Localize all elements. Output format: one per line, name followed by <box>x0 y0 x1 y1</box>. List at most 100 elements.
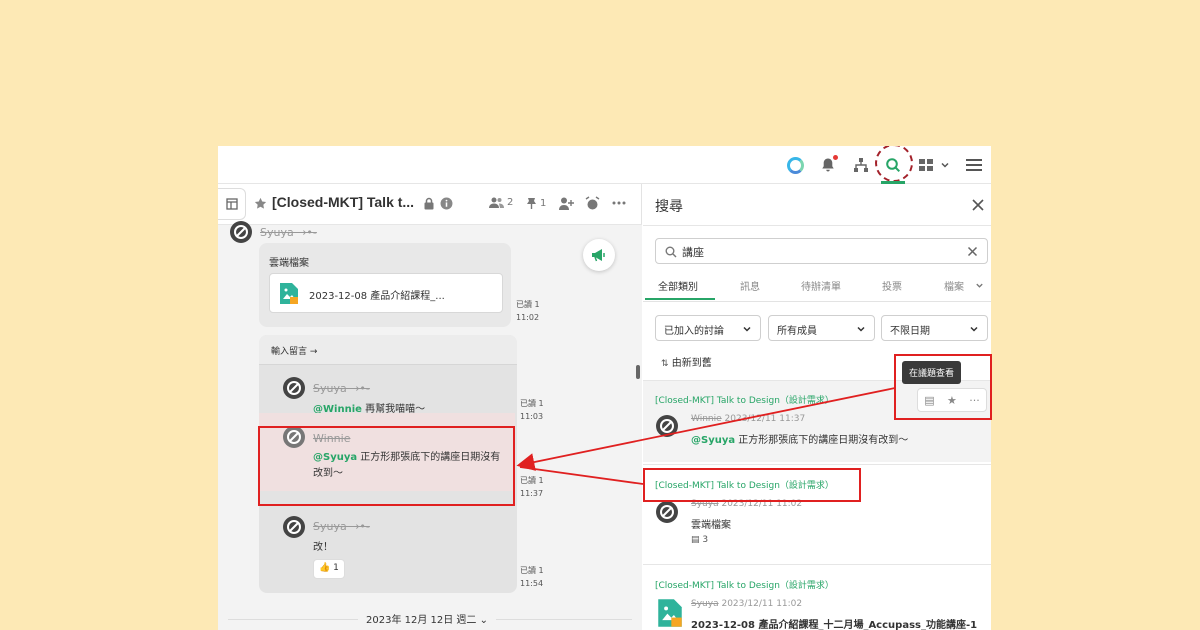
members-icon <box>489 197 504 208</box>
date-divider[interactable]: 2023年 12月 12日 週二 ⌄ <box>358 611 496 626</box>
message-time: 11:03 <box>520 412 544 421</box>
tab-messages[interactable]: 訊息 <box>740 278 760 293</box>
reply-count-value: 3 <box>702 535 709 545</box>
thread-header[interactable]: 輸入留言 → <box>259 335 517 365</box>
highlight-box-message <box>258 426 515 506</box>
pin-icon <box>527 198 536 209</box>
avatar[interactable] <box>656 415 678 437</box>
scrollbar-thumb[interactable] <box>636 365 640 379</box>
read-count: 已讀 1 <box>520 399 544 408</box>
result-meta: Syuya 2023/12/11 11:02 <box>691 599 802 609</box>
tab-all[interactable]: 全部類別 <box>658 278 698 293</box>
cloud-file-label: 雲端檔案 <box>269 258 309 269</box>
message-meta: 已讀 1 11:03 <box>520 397 544 423</box>
chevron-down-icon[interactable] <box>934 154 956 176</box>
org-chart-icon[interactable] <box>850 154 872 176</box>
message-time: 11:02 <box>516 313 540 322</box>
message-bubble[interactable]: 雲端檔案 2023-12-08 產品介紹課程_... <box>259 243 511 327</box>
chevron-down-icon <box>743 326 751 332</box>
result-text: 雲端檔案 <box>691 520 731 531</box>
tab-todos[interactable]: 待辦清單 <box>801 278 841 293</box>
avatar[interactable] <box>656 501 678 523</box>
mention: @Syuya <box>691 435 736 446</box>
chat-pane: [Closed-MKT] Talk t... 2 1 Syuya →•- 雲端檔 <box>218 184 642 630</box>
tab-polls[interactable]: 投票 <box>882 278 902 293</box>
lock-icon <box>424 197 434 210</box>
avatar-block-icon <box>287 520 301 534</box>
message-meta: 已讀 1 11:54 <box>520 564 544 590</box>
search-highlight-circle <box>875 146 913 182</box>
read-count: 已讀 1 <box>516 300 540 309</box>
result-sender: Winnie <box>691 414 722 424</box>
notification-dot <box>833 155 838 160</box>
pins-count[interactable]: 1 <box>526 197 546 209</box>
filter-value: 所有成員 <box>777 326 817 337</box>
sender-name[interactable]: Syuya →•- <box>313 382 370 395</box>
sort-label: 由新到舊 <box>671 358 712 369</box>
sidebar-toggle-button[interactable] <box>218 188 246 220</box>
megaphone-icon <box>592 249 605 262</box>
read-count: 已讀 1 <box>520 476 544 485</box>
message-meta: 已讀 1 11:02 <box>516 298 540 324</box>
message-time: 11:54 <box>520 579 544 588</box>
chat-header: [Closed-MKT] Talk t... 2 1 <box>218 184 642 225</box>
search-result[interactable]: [Closed-MKT] Talk to Design（設計需求） Syuya … <box>643 564 991 630</box>
comment-icon: ▤ <box>691 535 700 545</box>
more-icon[interactable] <box>612 201 626 205</box>
status-ring-icon[interactable] <box>784 154 806 176</box>
filter-value: 已加入的討論 <box>664 326 724 337</box>
star-icon[interactable] <box>254 197 267 210</box>
active-tab-indicator <box>645 298 715 300</box>
message-text: 改！ <box>313 542 333 553</box>
alarm-icon[interactable] <box>585 196 600 211</box>
avatar-block-icon <box>234 225 248 239</box>
date-filter[interactable]: 不限日期 <box>881 315 988 341</box>
menu-icon[interactable] <box>963 154 985 176</box>
highlight-box-channel <box>643 468 861 502</box>
avatar[interactable] <box>283 377 305 399</box>
result-datetime: 2023/12/11 11:37 <box>724 414 806 424</box>
add-member-icon[interactable] <box>559 197 574 210</box>
result-text: 2023-12-08 產品介紹課程_十二月場_Accupass_功能講座-1 <box>691 620 978 630</box>
chevron-down-icon[interactable] <box>975 281 984 290</box>
result-channel[interactable]: [Closed-MKT] Talk to Design（設計需求） <box>655 578 834 591</box>
highlight-box-actions <box>894 354 992 420</box>
result-meta: Winnie 2023/12/11 11:37 <box>691 414 805 424</box>
close-icon[interactable] <box>971 198 985 212</box>
chat-title: [Closed-MKT] Talk t... <box>272 194 415 210</box>
bell-icon[interactable] <box>817 154 839 176</box>
result-text: @Syuya 正方形那張底下的講座日期沒有改到～ <box>691 431 908 446</box>
sort-button[interactable]: ⇅ 由新到舊 <box>661 354 712 369</box>
result-datetime: 2023/12/11 11:02 <box>721 599 803 609</box>
tab-files[interactable]: 檔案 <box>944 278 964 293</box>
sort-icon: ⇅ <box>661 359 669 369</box>
sender-name[interactable]: Syuya →•- <box>260 226 317 239</box>
reply-count[interactable]: ▤ 3 <box>691 535 708 545</box>
image-file-icon <box>658 599 682 627</box>
search-input[interactable]: 講座 <box>655 238 988 264</box>
members-count[interactable]: 2 <box>489 197 513 208</box>
announcement-button[interactable] <box>583 239 615 271</box>
result-channel[interactable]: [Closed-MKT] Talk to Design（設計需求） <box>655 393 834 406</box>
clear-icon[interactable] <box>967 246 978 257</box>
chevron-down-icon <box>857 326 865 332</box>
top-bar <box>218 146 991 184</box>
reaction-badge[interactable]: 👍 1 <box>313 559 345 579</box>
member-filter[interactable]: 所有成員 <box>768 315 875 341</box>
layout-icon <box>225 198 238 210</box>
read-count: 已讀 1 <box>520 566 544 575</box>
info-icon[interactable] <box>440 197 453 210</box>
channel-filter[interactable]: 已加入的討論 <box>655 315 761 341</box>
avatar[interactable] <box>283 516 305 538</box>
search-query: 講座 <box>682 246 704 259</box>
search-panel-title: 搜尋 <box>655 199 683 215</box>
result-sender: Syuya <box>691 599 719 609</box>
app-window: [Closed-MKT] Talk t... 2 1 Syuya →•- 雲端檔 <box>218 146 991 630</box>
avatar[interactable] <box>230 221 252 243</box>
thread-header-label: 輸入留言 → <box>271 347 318 357</box>
divider <box>643 225 991 226</box>
avatar-block-icon <box>660 505 674 519</box>
search-icon <box>665 246 677 258</box>
sender-name[interactable]: Syuya →•- <box>313 520 370 533</box>
file-card[interactable]: 2023-12-08 產品介紹課程_... <box>269 273 503 313</box>
